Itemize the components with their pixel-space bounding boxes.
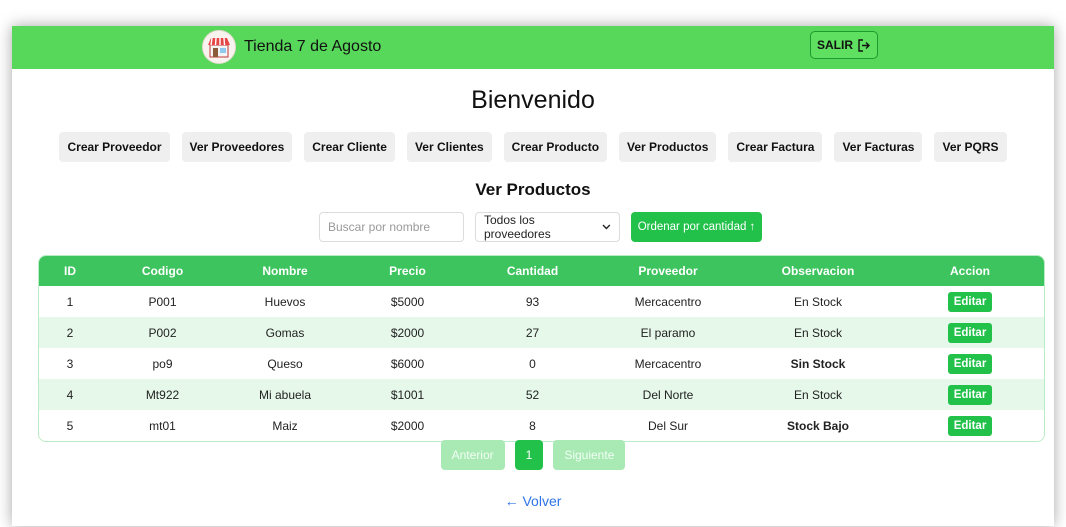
brand[interactable]: Tienda 7 de Agosto <box>202 30 381 64</box>
cell-codigo: mt01 <box>101 410 224 441</box>
cell-precio: $2000 <box>346 317 469 348</box>
app-window: Tienda 7 de Agosto SALIR Bienvenido Crea… <box>12 26 1054 526</box>
cell-observacion: En Stock <box>740 379 896 410</box>
column-header: Cantidad <box>469 256 596 286</box>
cell-cantidad: 52 <box>469 379 596 410</box>
provider-select[interactable]: Todos los proveedores <box>475 212 620 242</box>
edit-button[interactable]: Editar <box>947 353 993 374</box>
table-row: 4 Mt922 Mi abuela $1001 52 Del Norte En … <box>39 379 1044 410</box>
chevron-down-icon <box>602 224 611 230</box>
table-row: 5 mt01 Maiz $2000 8 Del Sur Stock Bajo E… <box>39 410 1044 441</box>
sort-by-quantity-button[interactable]: Ordenar por cantidad ↑ <box>631 212 762 242</box>
cell-codigo: po9 <box>101 348 224 379</box>
column-header: Observacion <box>740 256 896 286</box>
column-header: Proveedor <box>596 256 740 286</box>
cell-proveedor: Mercacentro <box>596 348 740 379</box>
edit-button[interactable]: Editar <box>947 291 993 312</box>
cell-nombre: Maiz <box>224 410 346 441</box>
cell-codigo: P002 <box>101 317 224 348</box>
products-table: ID Codigo Nombre Precio Cantidad Proveed… <box>38 255 1045 442</box>
cell-cantidad: 8 <box>469 410 596 441</box>
cell-precio: $6000 <box>346 348 469 379</box>
navbar: Tienda 7 de Agosto SALIR <box>12 26 1054 69</box>
edit-button[interactable]: Editar <box>947 415 993 436</box>
edit-button[interactable]: Editar <box>947 384 993 405</box>
column-header: Nombre <box>224 256 346 286</box>
cell-accion: Editar <box>896 379 1044 410</box>
cell-accion: Editar <box>896 348 1044 379</box>
crear-producto-button[interactable]: Crear Producto <box>503 132 608 162</box>
cell-proveedor: El paramo <box>596 317 740 348</box>
table-header-row: ID Codigo Nombre Precio Cantidad Proveed… <box>39 256 1044 286</box>
previous-page-button[interactable]: Anterior <box>440 440 505 470</box>
cell-codigo: Mt922 <box>101 379 224 410</box>
ver-clientes-button[interactable]: Ver Clientes <box>406 132 492 162</box>
ver-pqrs-button[interactable]: Ver PQRS <box>934 132 1007 162</box>
column-header: ID <box>39 256 101 286</box>
cell-id: 4 <box>39 379 101 410</box>
cell-precio: $1001 <box>346 379 469 410</box>
edit-button[interactable]: Editar <box>947 322 993 343</box>
provider-select-value: Todos los proveedores <box>484 213 551 241</box>
ver-proveedores-button[interactable]: Ver Proveedores <box>181 132 293 162</box>
cell-cantidad: 27 <box>469 317 596 348</box>
store-icon <box>202 30 236 64</box>
cell-codigo: P001 <box>101 286 224 317</box>
action-menu: Crear Proveedor Ver Proveedores Crear Cl… <box>12 132 1054 162</box>
page-title: Bienvenido <box>471 86 595 114</box>
cell-accion: Editar <box>896 410 1044 441</box>
section-title: Ver Productos <box>475 180 591 199</box>
table-row: 3 po9 Queso $6000 0 Mercacentro Sin Stoc… <box>39 348 1044 379</box>
cell-nombre: Gomas <box>224 317 346 348</box>
search-input[interactable] <box>319 212 464 242</box>
cell-precio: $2000 <box>346 410 469 441</box>
cell-cantidad: 93 <box>469 286 596 317</box>
cell-id: 3 <box>39 348 101 379</box>
back-link[interactable]: ← Volver <box>12 493 1054 509</box>
logout-label: SALIR <box>817 38 853 52</box>
pagination: Anterior 1 Siguiente <box>12 440 1054 470</box>
column-header: Accion <box>896 256 1044 286</box>
cell-accion: Editar <box>896 317 1044 348</box>
cell-accion: Editar <box>896 286 1044 317</box>
cell-nombre: Mi abuela <box>224 379 346 410</box>
cell-nombre: Queso <box>224 348 346 379</box>
crear-proveedor-button[interactable]: Crear Proveedor <box>59 132 170 162</box>
cell-id: 5 <box>39 410 101 441</box>
ver-facturas-button[interactable]: Ver Facturas <box>834 132 923 162</box>
current-page-button[interactable]: 1 <box>514 440 544 470</box>
cell-id: 2 <box>39 317 101 348</box>
store-title: Tienda 7 de Agosto <box>244 38 382 55</box>
table-row: 2 P002 Gomas $2000 27 El paramo En Stock… <box>39 317 1044 348</box>
table-row: 1 P001 Huevos $5000 93 Mercacentro En St… <box>39 286 1044 317</box>
cell-precio: $5000 <box>346 286 469 317</box>
ver-productos-button[interactable]: Ver Productos <box>619 132 717 162</box>
cell-proveedor: Del Norte <box>596 379 740 410</box>
crear-factura-button[interactable]: Crear Factura <box>728 132 823 162</box>
cell-id: 1 <box>39 286 101 317</box>
crear-cliente-button[interactable]: Crear Cliente <box>304 132 395 162</box>
column-header: Codigo <box>101 256 224 286</box>
cell-observacion: Stock Bajo <box>740 410 896 441</box>
cell-cantidad: 0 <box>469 348 596 379</box>
cell-nombre: Huevos <box>224 286 346 317</box>
cell-observacion: En Stock <box>740 317 896 348</box>
next-page-button[interactable]: Siguiente <box>553 440 626 470</box>
cell-proveedor: Mercacentro <box>596 286 740 317</box>
logout-button[interactable]: SALIR <box>810 31 878 59</box>
cell-observacion: Sin Stock <box>740 348 896 379</box>
cell-observacion: En Stock <box>740 286 896 317</box>
cell-proveedor: Del Sur <box>596 410 740 441</box>
column-header: Precio <box>346 256 469 286</box>
logout-icon <box>858 38 870 52</box>
